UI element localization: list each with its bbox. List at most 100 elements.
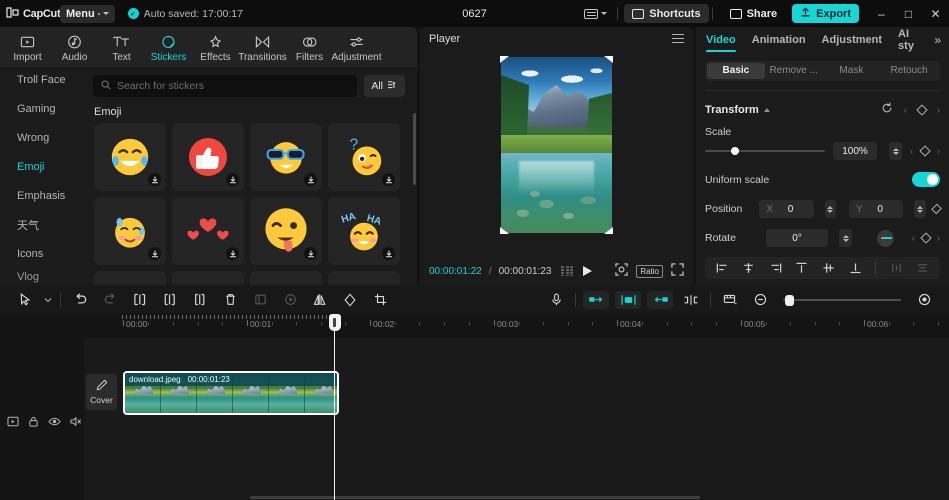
position-x-stepper[interactable] bbox=[824, 200, 837, 218]
play-icon[interactable] bbox=[583, 266, 593, 276]
preview-icon[interactable] bbox=[715, 285, 745, 314]
sticker-item[interactable] bbox=[94, 271, 166, 285]
eye-icon[interactable] bbox=[48, 414, 61, 432]
sticker-item[interactable] bbox=[94, 123, 166, 191]
chevron-up-icon[interactable] bbox=[763, 108, 770, 112]
search-input[interactable]: Search for stickers bbox=[93, 75, 358, 97]
align-top-icon[interactable] bbox=[795, 262, 808, 274]
align-left-icon[interactable] bbox=[716, 262, 729, 274]
zoom-knob[interactable] bbox=[785, 294, 794, 306]
playhead-handle[interactable] bbox=[328, 314, 341, 331]
position-y-input[interactable]: Y 0 bbox=[849, 200, 904, 218]
subtab-basic[interactable]: Basic bbox=[707, 63, 765, 79]
more-tabs-icon[interactable]: » bbox=[934, 33, 949, 47]
crop-icon[interactable] bbox=[365, 285, 395, 314]
keyboard-layout-button[interactable] bbox=[577, 8, 614, 19]
download-icon[interactable] bbox=[148, 247, 161, 260]
sticker-item[interactable] bbox=[172, 197, 244, 265]
tab-video[interactable]: Video bbox=[706, 34, 736, 52]
rotate-dial[interactable] bbox=[877, 229, 894, 247]
slider-knob[interactable] bbox=[731, 147, 740, 155]
align-bottom-icon[interactable] bbox=[849, 262, 862, 274]
trim-left-icon[interactable] bbox=[155, 285, 185, 314]
playhead[interactable] bbox=[328, 314, 341, 500]
align-right-icon[interactable] bbox=[769, 262, 782, 274]
download-icon[interactable] bbox=[304, 247, 317, 260]
timeline-horizontal-scrollbar[interactable] bbox=[250, 496, 700, 499]
tab-ai-style[interactable]: AI sty bbox=[898, 28, 918, 52]
tab-import[interactable]: Import bbox=[4, 31, 51, 63]
download-icon[interactable] bbox=[382, 247, 395, 260]
sticker-item[interactable] bbox=[250, 197, 322, 265]
download-icon[interactable] bbox=[148, 173, 161, 186]
keyframe-next-icon[interactable]: › bbox=[937, 105, 940, 115]
reset-icon[interactable] bbox=[881, 101, 893, 119]
microphone-icon[interactable] bbox=[541, 285, 571, 314]
rotate-stepper[interactable] bbox=[839, 229, 852, 247]
split-adjacent-icon[interactable] bbox=[676, 285, 706, 314]
keyframe-diamond-icon[interactable] bbox=[920, 232, 932, 244]
trim-right-icon[interactable] bbox=[185, 285, 215, 314]
rotate-icon[interactable] bbox=[335, 285, 365, 314]
tab-adjustment[interactable]: Adjustment bbox=[331, 31, 382, 63]
split-icon[interactable] bbox=[125, 285, 155, 314]
tab-stickers[interactable]: Stickers bbox=[145, 31, 192, 63]
timeline-ruler[interactable]: 00:00 00:01 00:02 00:03 00:04 00:05 00:0… bbox=[0, 314, 949, 338]
undo-icon[interactable] bbox=[65, 285, 95, 314]
lock-icon[interactable] bbox=[28, 414, 39, 432]
timeline-zoom-slider[interactable] bbox=[783, 293, 901, 307]
sidebar-item-vlog[interactable]: Vlog bbox=[0, 262, 39, 285]
keyframe-prev-icon[interactable]: ‹ bbox=[910, 146, 913, 156]
download-icon[interactable] bbox=[226, 247, 239, 260]
sidebar-item-weather[interactable]: 天气 bbox=[0, 210, 83, 239]
keyframe-diamond-icon[interactable] bbox=[919, 145, 931, 157]
position-x-input[interactable]: X 0 bbox=[759, 200, 814, 218]
download-icon[interactable] bbox=[382, 173, 395, 186]
sticker-item[interactable] bbox=[250, 271, 322, 285]
share-button[interactable]: Share bbox=[722, 4, 786, 23]
keyframe-prev-icon[interactable]: ‹ bbox=[904, 105, 907, 115]
tab-transitions[interactable]: Transitions bbox=[238, 31, 287, 63]
align-center-vertical-icon[interactable] bbox=[822, 262, 835, 274]
align-center-horizontal-icon[interactable] bbox=[742, 262, 755, 274]
select-cursor-icon[interactable] bbox=[10, 285, 40, 314]
cover-button[interactable]: Cover bbox=[86, 374, 117, 410]
keyframe-in-icon[interactable] bbox=[583, 290, 609, 309]
sticker-item[interactable] bbox=[94, 197, 166, 265]
tab-adjustment[interactable]: Adjustment bbox=[822, 34, 883, 46]
keyframe-next-icon[interactable]: › bbox=[937, 233, 940, 243]
timeline-clip[interactable]: download.jpeg 00:00:01:23 bbox=[123, 371, 339, 415]
zoom-in-icon[interactable] bbox=[909, 285, 939, 314]
sidebar-item-emphasis[interactable]: Emphasis bbox=[0, 181, 83, 210]
tab-effects[interactable]: Effects bbox=[192, 31, 239, 63]
keyframe-next-icon[interactable]: › bbox=[937, 146, 940, 156]
mute-icon[interactable] bbox=[70, 414, 82, 432]
subtab-mask[interactable]: Mask bbox=[823, 63, 881, 79]
tab-animation[interactable]: Animation bbox=[752, 34, 806, 46]
scale-stepper[interactable] bbox=[889, 142, 902, 160]
sidebar-item-troll-face[interactable]: Troll Face bbox=[0, 65, 83, 94]
subtab-remove-bg[interactable]: Remove ... bbox=[765, 63, 823, 79]
scale-value-input[interactable]: 100% bbox=[833, 142, 877, 160]
sticker-item[interactable] bbox=[250, 123, 322, 191]
sidebar-item-wrong[interactable]: Wrong bbox=[0, 123, 83, 152]
maximize-button[interactable]: □ bbox=[895, 0, 922, 27]
hamburger-icon[interactable] bbox=[672, 33, 684, 44]
sidebar-item-emoji[interactable]: Emoji bbox=[0, 152, 83, 181]
sticker-item[interactable] bbox=[172, 271, 244, 285]
shortcuts-button[interactable]: Shortcuts bbox=[624, 4, 709, 23]
cursor-dropdown-icon[interactable] bbox=[40, 285, 56, 314]
timeline-tracks[interactable] bbox=[84, 338, 949, 500]
tab-audio[interactable]: Audio bbox=[51, 31, 98, 63]
keyframe-out-icon[interactable] bbox=[647, 290, 673, 309]
minimize-button[interactable]: – bbox=[868, 0, 895, 27]
download-icon[interactable] bbox=[226, 173, 239, 186]
ratio-button[interactable]: Ratio bbox=[636, 264, 663, 278]
keyframe-diamond-icon[interactable] bbox=[916, 104, 928, 116]
preview-canvas[interactable] bbox=[500, 56, 613, 234]
filter-all-button[interactable]: All bbox=[364, 75, 405, 97]
mirror-icon[interactable] bbox=[305, 285, 335, 314]
position-y-stepper[interactable] bbox=[914, 200, 926, 218]
fullscreen-icon[interactable] bbox=[671, 263, 684, 279]
sticker-item[interactable] bbox=[328, 271, 400, 285]
